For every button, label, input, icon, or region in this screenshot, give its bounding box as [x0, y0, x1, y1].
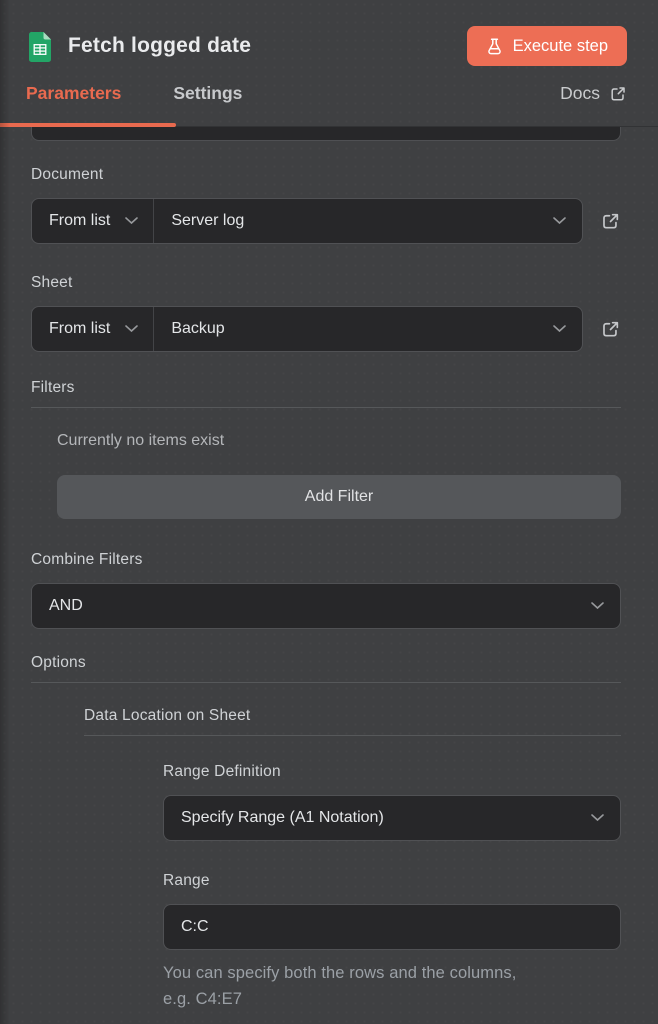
document-value: Server log: [171, 212, 553, 230]
sheet-field-row: From list Backup: [31, 306, 621, 352]
sheet-value-select[interactable]: Backup: [154, 320, 582, 338]
docs-link[interactable]: Docs: [560, 83, 627, 126]
node-title: Fetch logged date: [68, 34, 467, 58]
add-filter-button[interactable]: Add Filter: [57, 475, 621, 519]
filters-divider: [31, 407, 621, 408]
range-definition-value: Specify Range (A1 Notation): [181, 809, 591, 827]
range-help-text: You can specify both the rows and the co…: [163, 960, 621, 1012]
chevron-down-icon: [591, 602, 604, 610]
chevron-down-icon: [553, 217, 566, 225]
node-header: Fetch logged date Execute step: [0, 0, 658, 72]
document-mode-value: From list: [49, 212, 110, 230]
range-help-line-1: You can specify both the rows and the co…: [163, 960, 621, 986]
options-divider: [31, 682, 621, 683]
chevron-down-icon: [125, 217, 138, 225]
execute-step-label: Execute step: [513, 37, 608, 56]
document-field[interactable]: From list Server log: [31, 198, 583, 244]
google-sheets-icon: [29, 32, 51, 62]
execute-step-button[interactable]: Execute step: [467, 26, 627, 66]
chevron-down-icon: [125, 325, 138, 333]
range-help-line-2: e.g. C4:E7: [163, 986, 621, 1012]
range-value: C:C: [181, 918, 604, 936]
flask-icon: [486, 38, 503, 55]
open-document-external-icon[interactable]: [600, 211, 621, 232]
document-label: Document: [31, 166, 621, 184]
document-field-row: From list Server log: [31, 198, 621, 244]
document-value-select[interactable]: Server log: [154, 212, 582, 230]
combine-filters-value: AND: [49, 597, 591, 615]
chevron-down-icon: [591, 814, 604, 822]
range-input[interactable]: C:C: [163, 904, 621, 950]
sheet-mode-select[interactable]: From list: [32, 307, 154, 351]
range-definition-select[interactable]: Specify Range (A1 Notation): [163, 795, 621, 841]
combine-filters-select[interactable]: AND: [31, 583, 621, 629]
sheet-label: Sheet: [31, 274, 621, 292]
data-location-divider: [84, 735, 621, 736]
tab-bar: Parameters Settings Docs: [0, 72, 658, 127]
external-link-icon: [609, 85, 627, 103]
range-label: Range: [163, 872, 621, 890]
chevron-down-icon: [553, 325, 566, 333]
sheet-field[interactable]: From list Backup: [31, 306, 583, 352]
filters-label: Filters: [31, 379, 621, 397]
combine-filters-label: Combine Filters: [31, 551, 621, 569]
tab-parameters[interactable]: Parameters: [26, 83, 121, 126]
document-mode-select[interactable]: From list: [32, 199, 154, 243]
parameters-panel: Document From list Server log: [0, 127, 658, 1012]
filters-empty-text: Currently no items exist: [57, 432, 621, 450]
tab-settings[interactable]: Settings: [173, 83, 242, 126]
sheet-mode-value: From list: [49, 320, 110, 338]
data-location-label: Data Location on Sheet: [84, 707, 621, 725]
docs-label: Docs: [560, 83, 600, 104]
scrolled-input-partial[interactable]: [31, 127, 621, 141]
sheet-value: Backup: [171, 320, 553, 338]
open-sheet-external-icon[interactable]: [600, 319, 621, 340]
range-definition-label: Range Definition: [163, 763, 621, 781]
options-label: Options: [31, 654, 621, 672]
